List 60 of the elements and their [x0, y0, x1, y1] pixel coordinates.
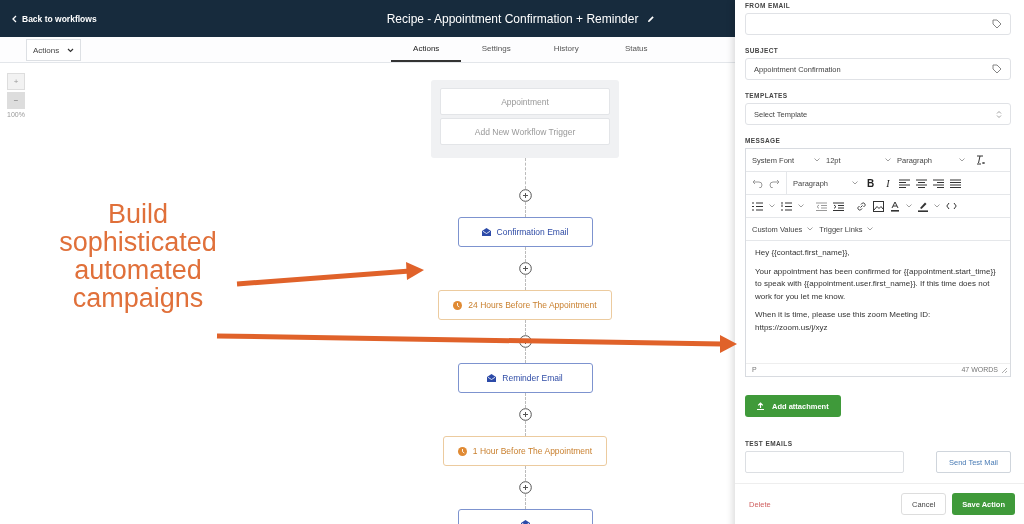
highlighter-icon[interactable]: [918, 200, 928, 212]
message-paragraph: When it is time, please use this zoom Meeting ID: https://zoom.us/j/xyz: [755, 309, 932, 334]
indent-icon[interactable]: [833, 201, 844, 211]
link-icon[interactable]: [856, 200, 867, 212]
add-step-icon[interactable]: [518, 481, 532, 494]
clock-icon: [453, 300, 463, 310]
align-icon[interactable]: [898, 178, 910, 188]
test-email-field[interactable]: [745, 451, 904, 473]
message-paragraph: Your appointment has been confirmed for {{appointment.start_time}} to speak with {{appointment.user.first_name}}. If this time does not work for you let me know.: [755, 265, 997, 303]
bold-button[interactable]: B: [864, 177, 878, 189]
chevron-down-icon: [959, 158, 965, 162]
chevron-down-icon: [885, 158, 891, 162]
redo-icon[interactable]: [769, 178, 780, 188]
chevron-down-icon[interactable]: [769, 204, 775, 208]
add-step-icon[interactable]: [518, 408, 532, 421]
workflow-title: Recipe - Appointment Confirmation + Reminder: [386, 11, 639, 26]
tab[interactable]: Status: [601, 37, 672, 62]
from-email-field[interactable]: [745, 13, 1011, 35]
clear-format-icon[interactable]: [975, 155, 985, 165]
resize-handle-icon[interactable]: [1001, 366, 1007, 373]
updown-icon: [996, 109, 1002, 119]
message-paragraph: Hey {{contact.first_name}},: [755, 247, 851, 259]
numbered-list-icon[interactable]: [781, 201, 792, 211]
upload-icon: [757, 402, 764, 410]
code-icon[interactable]: [946, 202, 957, 210]
tag-icon[interactable]: [992, 19, 1002, 29]
pencil-icon[interactable]: [647, 14, 656, 23]
envelope-icon: [481, 228, 491, 236]
envelope-icon: [487, 374, 497, 382]
add-step-icon[interactable]: [518, 262, 532, 275]
chevron-down-icon: [67, 47, 75, 53]
outdent-icon[interactable]: [816, 201, 827, 211]
align-icon[interactable]: [949, 178, 961, 188]
chevron-down-icon[interactable]: [906, 204, 912, 208]
tab[interactable]: History: [531, 37, 602, 62]
chevron-down-icon: [852, 181, 858, 185]
chevron-down-icon: [867, 227, 874, 231]
chevron-down-icon: [807, 227, 814, 231]
add-step-icon[interactable]: [518, 335, 532, 348]
bullet-list-icon[interactable]: [752, 201, 763, 211]
email-step[interactable]: Reminder Email: [457, 363, 593, 393]
align-icon[interactable]: [932, 178, 944, 188]
back-link[interactable]: Back to workflows: [12, 13, 97, 24]
chevron-down-icon[interactable]: [798, 204, 804, 208]
align-icon[interactable]: [915, 178, 927, 188]
tag-icon[interactable]: [992, 64, 1002, 74]
zoom-out-button[interactable]: −: [7, 92, 25, 109]
undo-icon[interactable]: [752, 178, 763, 188]
tab[interactable]: Settings: [461, 37, 532, 62]
annotation-text: Build sophisticated automated campaigns: [58, 200, 218, 312]
text-color-icon[interactable]: [890, 200, 900, 212]
email-step[interactable]: Confirmation Email: [457, 217, 593, 247]
actions-dropdown[interactable]: Actions: [26, 39, 82, 61]
chevron-left-icon: [12, 14, 17, 23]
italic-button[interactable]: I: [883, 177, 893, 189]
chevron-down-icon: [814, 158, 820, 162]
chevron-down-icon[interactable]: [934, 204, 940, 208]
add-step-icon[interactable]: [518, 189, 532, 202]
clock-icon: [457, 446, 467, 456]
image-icon[interactable]: [873, 200, 884, 212]
